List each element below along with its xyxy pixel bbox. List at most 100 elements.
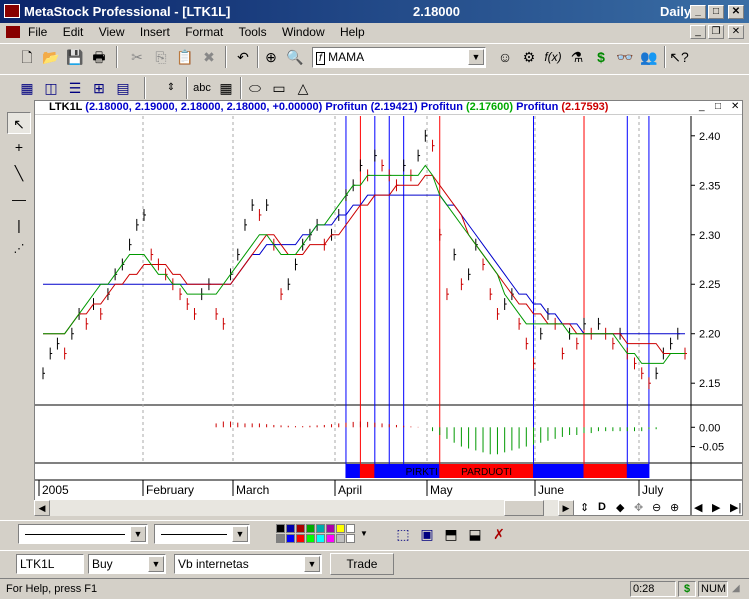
- menu-format[interactable]: Format: [179, 23, 229, 39]
- scroll-left-button[interactable]: ◀: [34, 500, 50, 516]
- doc-minimize-button[interactable]: _: [690, 25, 706, 39]
- price-chart[interactable]: 2005 February March April May June July 2.40 2.3…: [35, 116, 742, 515]
- arrange-icon[interactable]: ⊞: [88, 77, 110, 99]
- order-side-select[interactable]: Buy ▼: [88, 554, 166, 574]
- format-toolbar: ▼ ▼ ▼ ⬚ ▣ ⬒ ⬓ ✗: [0, 520, 749, 548]
- open-chart-icon[interactable]: ▣: [416, 523, 438, 545]
- menu-tools[interactable]: Tools: [233, 23, 273, 39]
- grid-icon[interactable]: ▦: [215, 77, 237, 99]
- zoom-icon[interactable]: 🔍: [284, 46, 306, 68]
- maximize-button[interactable]: □: [708, 5, 724, 19]
- dollar-icon[interactable]: $: [590, 46, 612, 68]
- rectangle-icon[interactable]: ▭: [268, 77, 290, 99]
- context-help-icon[interactable]: ↖?: [668, 46, 690, 68]
- status-bar: For Help, press F1 0:28 $ NUM ◢: [0, 578, 749, 599]
- copy-icon[interactable]: ⎘: [150, 46, 172, 68]
- explorer-icon[interactable]: ⚗: [566, 46, 588, 68]
- scroll-thumb[interactable]: [504, 500, 544, 516]
- chart-close-button[interactable]: ✕: [731, 101, 739, 112]
- line-weight-combo[interactable]: ▼: [154, 524, 250, 544]
- doc-icon: [6, 26, 20, 38]
- tile-vertical-icon[interactable]: ◫: [40, 77, 62, 99]
- palette-dropdown-icon[interactable]: ▼: [360, 529, 368, 538]
- trendline-icon[interactable]: ╲: [7, 162, 31, 184]
- print-icon[interactable]: 🖶: [88, 46, 110, 68]
- menu-edit[interactable]: Edit: [57, 23, 90, 39]
- indicator-builder-icon[interactable]: f(x): [542, 46, 564, 68]
- move-icon[interactable]: ✥: [634, 501, 643, 514]
- next-icon[interactable]: ▶: [712, 501, 720, 514]
- vertical-line-icon[interactable]: |: [7, 214, 31, 236]
- chart-icon[interactable]: ▤: [112, 77, 134, 99]
- pointer-icon[interactable]: ↖: [7, 112, 31, 134]
- undo-icon[interactable]: ↶: [232, 46, 254, 68]
- chart-tool-5-icon[interactable]: ✗: [488, 523, 510, 545]
- signal-band-label: PARDUOTI: [461, 467, 512, 478]
- chart-minimize-button[interactable]: _: [699, 101, 705, 112]
- end-icon[interactable]: ▶|: [730, 501, 741, 514]
- color-palette[interactable]: [276, 524, 356, 546]
- indicator-3-value: (2.17593): [561, 101, 609, 113]
- trade-button[interactable]: Trade: [330, 553, 394, 575]
- crosshair-icon[interactable]: ⊕: [260, 46, 282, 68]
- resize-grip-icon[interactable]: ◢: [732, 583, 740, 594]
- menu-window[interactable]: Window: [276, 23, 331, 39]
- split-icon[interactable]: ⇕: [580, 501, 589, 514]
- horizontal-line-icon[interactable]: —: [7, 188, 31, 210]
- chevron-down-icon[interactable]: ▼: [232, 526, 248, 542]
- close-button[interactable]: ✕: [728, 5, 744, 19]
- minimize-button[interactable]: _: [690, 5, 706, 19]
- order-account-select[interactable]: Vb internetas ▼: [174, 554, 322, 574]
- scroll-track[interactable]: [50, 500, 558, 516]
- new-icon[interactable]: 🗋: [16, 46, 38, 68]
- new-chart-icon[interactable]: ⬚: [392, 523, 414, 545]
- users-icon[interactable]: 👥: [638, 46, 660, 68]
- chart-tool-3-icon[interactable]: ⬒: [440, 523, 462, 545]
- chart-scrollbar[interactable]: ◀ ▶: [34, 500, 574, 517]
- diamond-icon[interactable]: ◆: [616, 501, 624, 514]
- previous-icon[interactable]: ◀: [694, 501, 702, 514]
- chart-restore-button[interactable]: □: [715, 101, 721, 112]
- period-daily-button[interactable]: D: [598, 501, 606, 513]
- menu-insert[interactable]: Insert: [134, 23, 176, 39]
- binoculars-icon[interactable]: 👓: [614, 46, 636, 68]
- chevron-down-icon[interactable]: ▼: [468, 49, 484, 65]
- expert-advisor-icon[interactable]: ☺: [494, 46, 516, 68]
- indicator-3-name: Profitun: [516, 101, 559, 113]
- menu-help[interactable]: Help: [334, 23, 371, 39]
- line-style-combo[interactable]: ▼: [18, 524, 148, 544]
- spinner-icon[interactable]: ⇕: [160, 77, 182, 99]
- order-symbol-field[interactable]: LTK1L: [16, 554, 84, 574]
- chevron-down-icon[interactable]: ▼: [148, 556, 164, 572]
- zoom-out-icon[interactable]: ⊖: [652, 501, 661, 514]
- signal-band: [584, 464, 628, 478]
- zoom-in-icon[interactable]: ⊕: [670, 501, 679, 514]
- x-tick-label: 2005: [42, 483, 69, 497]
- menu-file[interactable]: File: [22, 23, 53, 39]
- osc-tick-label: 0.00: [699, 422, 720, 434]
- x-tick-label: June: [538, 483, 564, 497]
- paste-icon[interactable]: 📋: [174, 46, 196, 68]
- chevron-down-icon[interactable]: ▼: [130, 526, 146, 542]
- delete-icon[interactable]: ✖: [198, 46, 220, 68]
- crosshair-tool-icon[interactable]: +: [7, 136, 31, 158]
- chart-tool-4-icon[interactable]: ⬓: [464, 523, 486, 545]
- text-tool[interactable]: abc: [190, 77, 214, 99]
- indicator-combo[interactable]: f MAMA ▼: [312, 47, 486, 68]
- triangle-icon[interactable]: △: [292, 77, 314, 99]
- profitun-blue-line: [43, 194, 685, 335]
- menu-view[interactable]: View: [93, 23, 131, 39]
- chart-window[interactable]: LTK1L (2.18000, 2.19000, 2.18000, 2.1800…: [34, 100, 743, 516]
- window-tile-icon[interactable]: ▦: [16, 77, 38, 99]
- doc-close-button[interactable]: ✕: [728, 25, 744, 39]
- chevron-down-icon[interactable]: ▼: [304, 556, 320, 572]
- tile-horizontal-icon[interactable]: ☰: [64, 77, 86, 99]
- cut-icon[interactable]: ✂: [126, 46, 148, 68]
- ellipse-icon[interactable]: ⬭: [244, 77, 266, 99]
- open-icon[interactable]: 📂: [40, 46, 62, 68]
- doc-restore-button[interactable]: ❐: [708, 25, 724, 39]
- scroll-right-button[interactable]: ▶: [558, 500, 574, 516]
- fibonacci-icon[interactable]: ⋰: [7, 238, 31, 260]
- save-icon[interactable]: 💾: [64, 46, 86, 68]
- system-tester-icon[interactable]: ⚙: [518, 46, 540, 68]
